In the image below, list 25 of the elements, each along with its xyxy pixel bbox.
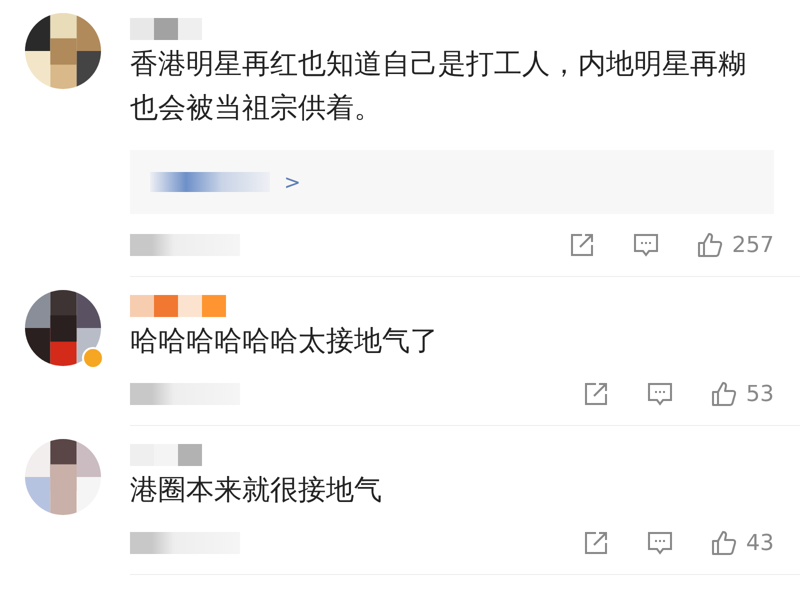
like-button[interactable]: 53	[710, 380, 774, 408]
like-button[interactable]: 257	[696, 231, 774, 259]
blurred-name	[130, 444, 202, 466]
thumbs-up-icon	[710, 380, 738, 408]
thumbs-up-icon	[696, 231, 724, 259]
share-button[interactable]	[582, 380, 610, 408]
share-icon	[582, 380, 610, 408]
like-button[interactable]: 43	[710, 529, 774, 557]
share-icon	[568, 231, 596, 259]
comment-text: 香港明星再红也知道自己是打工人，内地明星再糊也会被当祖宗供着。	[130, 46, 747, 126]
comment-text: 哈哈哈哈哈哈太接地气了	[130, 323, 439, 359]
thumbs-up-icon	[710, 529, 738, 557]
comment-button[interactable]	[646, 529, 674, 557]
share-button[interactable]	[568, 231, 596, 259]
chevron-text: >	[284, 170, 301, 194]
blurred-name	[130, 18, 202, 40]
comment-icon	[646, 380, 674, 408]
comment-text: 港圈本来就很接地气	[130, 472, 383, 508]
replies-panel[interactable]: >	[130, 150, 774, 214]
comment-icon	[632, 231, 660, 259]
comment-icon	[646, 529, 674, 557]
share-button[interactable]	[582, 529, 610, 557]
comment-button[interactable]	[632, 231, 660, 259]
share-icon	[582, 529, 610, 557]
comment-button[interactable]	[646, 380, 674, 408]
